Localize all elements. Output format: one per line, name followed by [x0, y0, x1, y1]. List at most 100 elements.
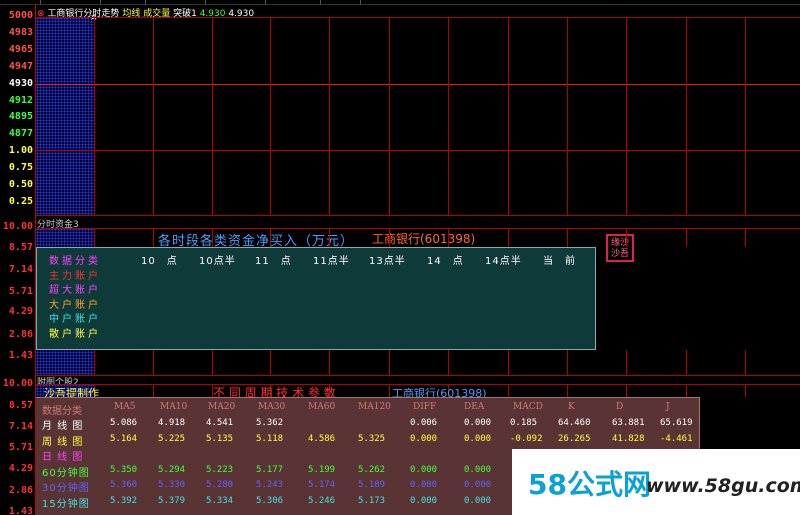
- tech-column-header: MACD: [513, 402, 543, 412]
- tech-cell: 63.881: [612, 418, 645, 428]
- grid-line: [626, 350, 627, 375]
- capital-column-header: 11 点: [255, 256, 292, 267]
- toolbar-tab[interactable]: [100, 0, 145, 5]
- toolbar-tab[interactable]: [320, 0, 360, 5]
- grid-line: [508, 350, 509, 375]
- tech-cell: 5.189: [358, 480, 386, 490]
- capital-column-header: 13点半: [369, 256, 406, 267]
- grid-line: [36, 375, 800, 376]
- grid-line: [686, 384, 687, 397]
- y-tick-label: 4912: [8, 95, 33, 106]
- tech-cell: 41.828: [612, 433, 645, 444]
- tech-cell: 0.000: [464, 480, 492, 490]
- tech-cell: 5.379: [158, 495, 186, 506]
- grid-line: [745, 228, 746, 247]
- capital-column-header: 当 前: [543, 256, 576, 267]
- y-tick-label: 0.75: [8, 162, 33, 173]
- capital-row-label: 中户账户: [49, 314, 101, 325]
- capital-row-label: 超大账户: [49, 285, 101, 296]
- tech-cell: 5.225: [158, 433, 186, 444]
- toolbar-tab[interactable]: [265, 0, 320, 5]
- y-tick-label: 10.00: [2, 221, 33, 232]
- tech-cell: 64.460: [558, 418, 591, 428]
- tech-cell: 0.000: [410, 464, 438, 475]
- y-tick-label: 0.50: [8, 179, 33, 190]
- y-tick-label: 0.25: [8, 196, 33, 207]
- tech-column-header: DEA: [464, 402, 485, 412]
- y-tick-label: 4.29: [8, 306, 33, 317]
- grid-line: [626, 228, 627, 247]
- toolbar-tab[interactable]: [205, 0, 265, 5]
- grid-line: [153, 228, 154, 247]
- tech-row-label: 月 线 图: [42, 421, 84, 432]
- tech-cell: 0.006: [410, 418, 438, 428]
- y-tick-label: 4930: [8, 78, 33, 89]
- tech-cell: 0.000: [464, 433, 492, 444]
- tech-cell: 5.294: [158, 464, 186, 475]
- tech-cell: 0.000: [464, 418, 492, 428]
- site-watermark: 58公式网 www.58gu.com: [512, 449, 800, 515]
- grid-line: [153, 17, 154, 215]
- grid-line: [686, 350, 687, 375]
- toolbar-tab[interactable]: [145, 0, 205, 5]
- toolbar-tab[interactable]: [40, 0, 100, 5]
- tech-column-header: MA10: [160, 402, 188, 412]
- y-tick-label: 10.00: [2, 378, 33, 389]
- y-tick-label: 4877: [8, 128, 33, 139]
- y-tick-label: 2.86: [8, 485, 33, 496]
- tech-cell: 0.000: [410, 433, 438, 444]
- tech-cell: 0.000: [410, 480, 438, 490]
- tech-cell: 65.619: [660, 418, 693, 428]
- tech-cell: 5.334: [206, 495, 234, 506]
- capital-column-header: 11点半: [313, 256, 350, 267]
- author-stamp: 缘沙沙吾: [606, 234, 634, 262]
- tech-cell: 5.262: [358, 464, 386, 475]
- tech-cell: -4.461: [660, 433, 693, 444]
- grid-line: [745, 350, 746, 375]
- tech-cell: 5.330: [158, 480, 186, 490]
- grid-line: [745, 384, 746, 397]
- grid-line: [94, 228, 95, 247]
- tech-cell: 5.199: [308, 464, 336, 475]
- toolbar-tab[interactable]: [360, 0, 372, 5]
- tech-column-header: MA20: [208, 402, 236, 412]
- tech-cell: 5.350: [110, 464, 138, 475]
- y-tick-label: 5000: [8, 10, 33, 21]
- y-tick-label: 4895: [8, 111, 33, 122]
- y-tick-label: 4983: [8, 27, 33, 38]
- capital-column-header: 10点半: [199, 256, 236, 267]
- tech-column-header: MA30: [258, 402, 286, 412]
- grid-line: [686, 17, 687, 215]
- tech-cell: 5.174: [308, 480, 336, 490]
- grid-line: [389, 350, 390, 375]
- tech-cell: 5.246: [308, 495, 336, 506]
- y-tick-label: 4965: [8, 44, 33, 55]
- grid-line: [508, 17, 509, 215]
- grid-line: [329, 228, 330, 247]
- grid-line: [448, 17, 449, 215]
- tech-column-header: MA5: [114, 402, 136, 412]
- capital-column-header: 10 点: [141, 256, 178, 267]
- capital-stock-name: 工商银行(601398): [372, 232, 476, 246]
- tech-column-header: MA120: [358, 402, 391, 412]
- tech-column-header: K: [568, 402, 575, 412]
- y-tick-label: 2.86: [8, 329, 33, 340]
- y-tick-label: 4947: [8, 61, 33, 72]
- grid-line: [508, 228, 509, 247]
- grid-line: [389, 228, 390, 247]
- tech-cell: 5.086: [110, 418, 138, 428]
- blue-band: [36, 17, 94, 215]
- tech-cell: 5.360: [110, 480, 138, 490]
- y-tick-label: 7.14: [8, 421, 33, 432]
- tech-cell: 0.000: [464, 464, 492, 475]
- tech-row-label: 60分钟图: [42, 467, 90, 479]
- grid-line: [567, 350, 568, 375]
- tech-column-header: J: [666, 402, 670, 412]
- tech-cell: 5.243: [256, 480, 284, 490]
- grid-line: [626, 17, 627, 215]
- grid-line: [389, 384, 390, 397]
- y-tick-label: 5.71: [8, 442, 33, 453]
- capital-row-label: 数据分类: [49, 256, 101, 267]
- tech-column-header: D: [616, 402, 624, 412]
- y-tick-label: 8.57: [8, 400, 33, 411]
